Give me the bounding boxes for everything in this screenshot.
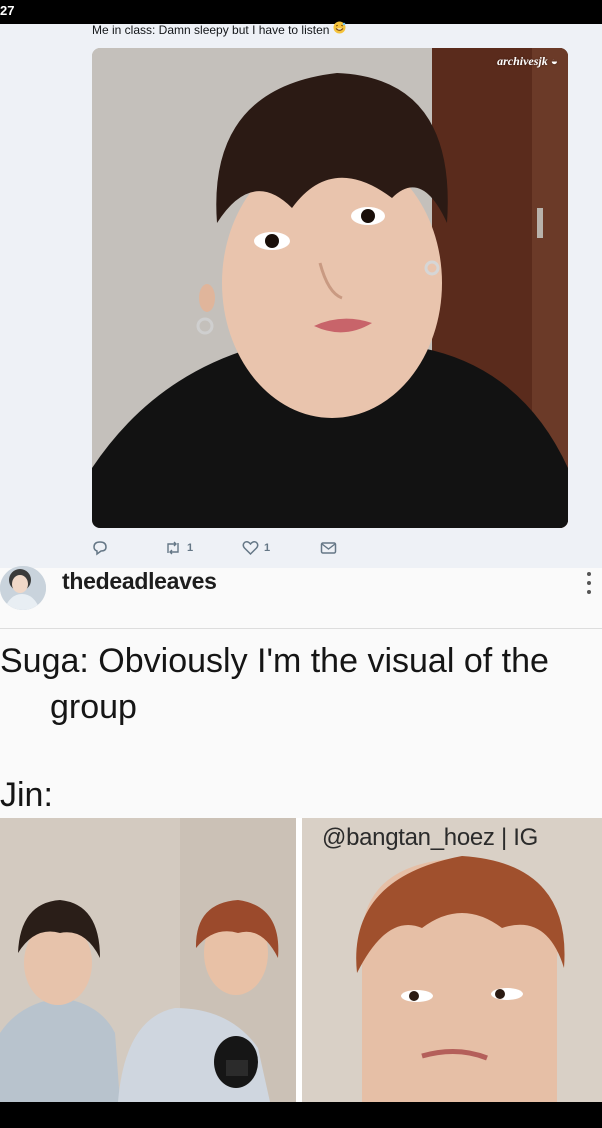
reply-button[interactable] — [92, 540, 113, 556]
meme-photo-right[interactable]: @bangtan_hoez | IG — [302, 818, 602, 1102]
instagram-post: thedeadleaves Suga: Obviously I'm the vi… — [0, 566, 602, 1102]
retweet-count: 1 — [187, 542, 194, 554]
tweet-text-content: Me in class: Damn sleepy but I have to l… — [92, 23, 330, 37]
jin-label: Jin: — [0, 776, 53, 814]
envelope-icon — [320, 542, 337, 554]
avatar[interactable] — [0, 566, 46, 610]
watermark-text: archivesjk — [497, 54, 548, 68]
like-count: 1 — [264, 542, 271, 554]
divider — [0, 628, 602, 629]
caption-line-2: group — [50, 688, 137, 726]
post-username[interactable]: thedeadleaves — [62, 568, 217, 595]
caption-line-1: Suga: Obviously I'm the visual of the — [0, 642, 549, 680]
bottom-bar — [0, 1102, 602, 1128]
retweet-button[interactable]: 1 — [164, 540, 193, 556]
ig-handle-watermark: @bangtan_hoez | IG — [322, 824, 539, 851]
photo-watermark: archivesjk ◒ — [497, 54, 558, 69]
post-caption: Suga: Obviously I'm the visual of the gr… — [0, 638, 600, 730]
tweet-actions: 1 1 — [92, 540, 392, 560]
tweet-card[interactable]: Me in class: Damn sleepy but I have to l… — [0, 21, 602, 568]
more-options-icon[interactable] — [586, 572, 592, 598]
heart-icon — [242, 541, 259, 556]
reply-icon — [93, 541, 107, 556]
status-time: 27 — [0, 3, 15, 18]
meme-photo-left[interactable] — [0, 818, 296, 1102]
tweet-photo[interactable]: archivesjk ◒ — [92, 48, 568, 528]
retweet-icon — [167, 541, 179, 555]
message-button[interactable] — [320, 540, 337, 556]
sweat-smile-emoji-icon — [333, 21, 346, 37]
like-button[interactable]: 1 — [242, 540, 270, 556]
moon-icon: ◒ — [550, 54, 558, 68]
tweet-text: Me in class: Damn sleepy but I have to l… — [92, 21, 346, 37]
